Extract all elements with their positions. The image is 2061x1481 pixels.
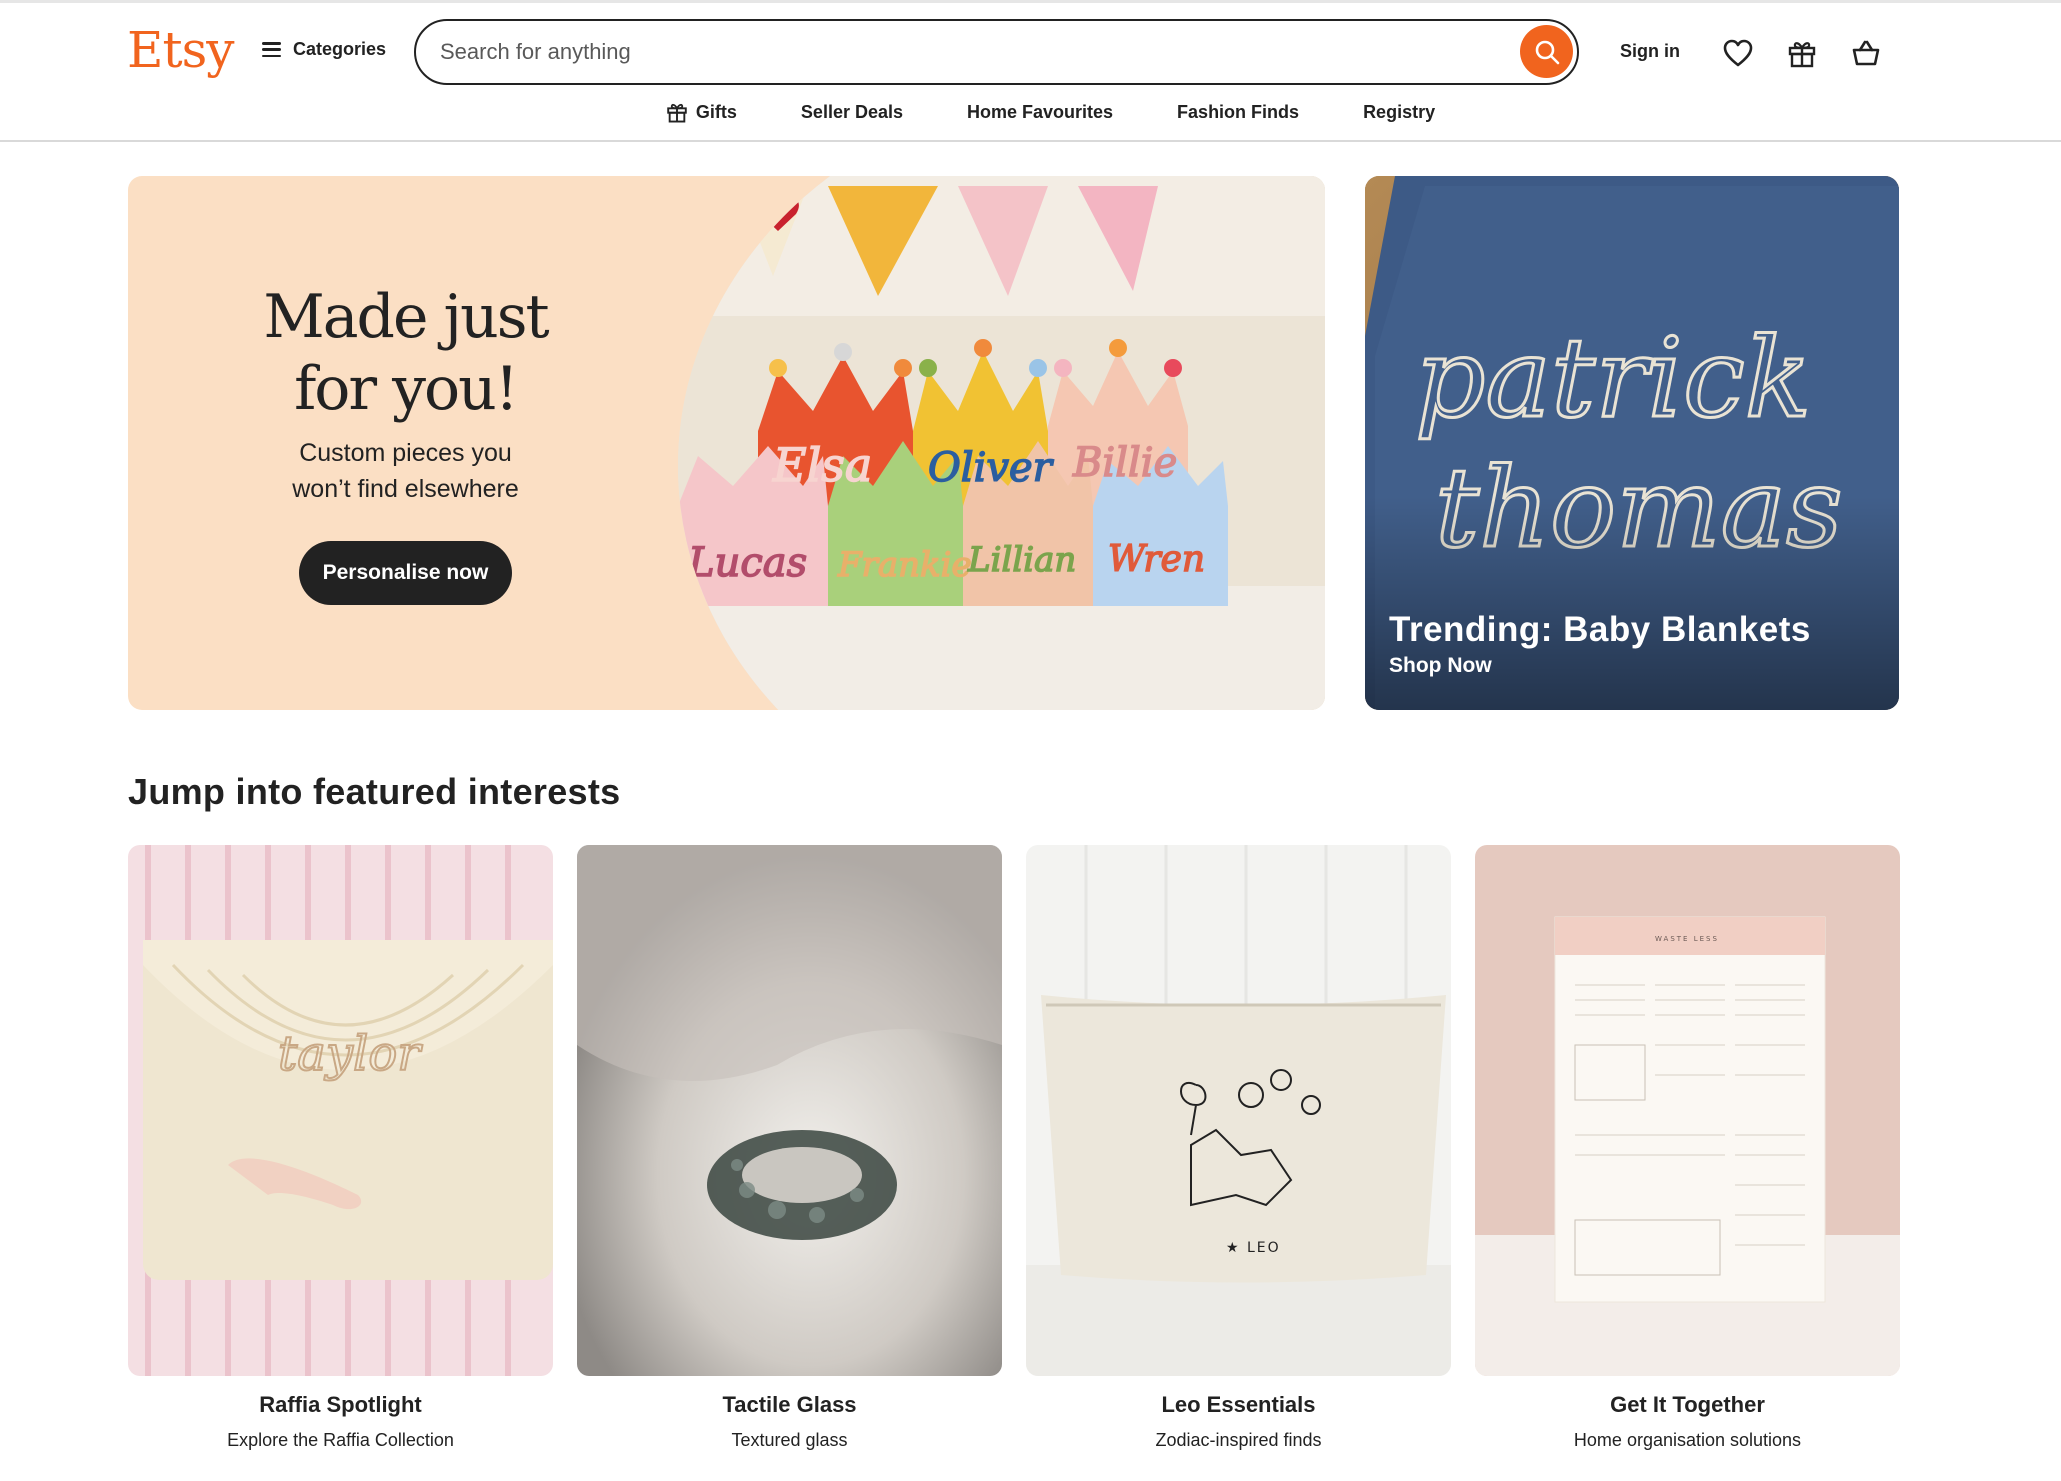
sign-in-link[interactable]: Sign in	[1620, 41, 1680, 62]
svg-text:Elsa: Elsa	[772, 438, 872, 492]
featured-cards: taylor Raffia Spotlight Explore the Raff…	[128, 845, 1900, 1451]
hero-subtitle-line-1: Custom pieces you	[299, 439, 512, 467]
hero-photo: Elsa Oliver Billie Lucas Frankie Lillian…	[678, 176, 1325, 710]
card-tactile-glass[interactable]: Tactile Glass Textured glass	[577, 845, 1002, 1451]
nav-gifts-label: Gifts	[695, 101, 737, 122]
search-icon	[1535, 40, 1559, 64]
heart-icon	[1723, 39, 1753, 67]
glass-ring-image	[577, 845, 1002, 1376]
card-title: Get It Together	[1610, 1392, 1765, 1417]
banner-caption: Trending: Baby Blankets Shop Now	[1389, 610, 1811, 678]
svg-text:Lucas: Lucas	[687, 540, 807, 586]
pouch-text: ★ LEO	[1226, 1240, 1281, 1256]
site-header: Etsy Categories Sign in	[0, 0, 2061, 142]
clutch-text: taylor	[278, 1026, 423, 1082]
planner-text: WASTE LESS	[1655, 935, 1719, 943]
shop-now-link[interactable]: Shop Now	[1389, 654, 1811, 678]
svg-text:Wren: Wren	[1108, 539, 1205, 580]
gift-icon	[667, 103, 687, 123]
raffia-clutch-image: taylor	[128, 845, 553, 1376]
card-subtitle: Home organisation solutions	[1573, 1430, 1802, 1450]
card-subtitle: Textured glass	[731, 1430, 848, 1450]
basket-icon	[1852, 40, 1880, 66]
svg-text:Oliver: Oliver	[928, 445, 1055, 491]
etsy-logo[interactable]: Etsy	[127, 21, 234, 79]
card-image: ★ LEO	[1026, 845, 1451, 1376]
card-subtitle: Zodiac-inspired finds	[1155, 1430, 1322, 1450]
nav-home-favourites[interactable]: Home Favourites	[967, 101, 1113, 123]
card-image: WASTE LESS	[1475, 845, 1900, 1376]
svg-text:Frankie: Frankie	[837, 545, 972, 585]
hero-subtitle: Custom pieces you won’t find elsewhere	[128, 435, 683, 507]
hero-title-line-1: Made just	[263, 282, 549, 352]
nav-seller-deals[interactable]: Seller Deals	[801, 101, 903, 123]
search-button[interactable]	[1520, 25, 1573, 78]
gift-mode-button[interactable]	[1786, 37, 1818, 69]
menu-icon	[262, 42, 281, 57]
card-image: taylor	[128, 845, 553, 1376]
nav-registry[interactable]: Registry	[1363, 101, 1435, 123]
crowns-image: Elsa Oliver Billie Lucas Frankie Lillian…	[678, 176, 1325, 710]
hero-title-line-2: for you!	[294, 354, 519, 424]
hero-title: Made just for you!	[128, 281, 683, 425]
hero-subtitle-line-2: won’t find elsewhere	[292, 475, 519, 503]
svg-text:Lillian: Lillian	[967, 540, 1076, 580]
gift-icon	[1788, 42, 1816, 68]
hero-copy: Made just for you! Custom pieces you won…	[128, 281, 683, 605]
featured-interests-heading: Jump into featured interests	[128, 771, 621, 812]
categories-label: Categories	[293, 39, 387, 59]
search-input[interactable]	[440, 39, 1470, 65]
planner-pad-image: WASTE LESS	[1475, 845, 1900, 1376]
nav-gifts[interactable]: Gifts	[666, 101, 737, 123]
favorites-button[interactable]	[1722, 37, 1754, 69]
card-image	[577, 845, 1002, 1376]
card-title: Leo Essentials	[1161, 1392, 1316, 1417]
search-bar	[414, 19, 1579, 85]
sub-navigation: Gifts Seller Deals Home Favourites Fashi…	[0, 101, 2061, 123]
leo-pouch-image: ★ LEO	[1026, 845, 1451, 1376]
nav-fashion-finds[interactable]: Fashion Finds	[1177, 101, 1299, 123]
hero-banner[interactable]: Elsa Oliver Billie Lucas Frankie Lillian…	[128, 176, 1325, 710]
svg-text:Billie: Billie	[1072, 440, 1177, 486]
card-raffia-spotlight[interactable]: taylor Raffia Spotlight Explore the Raff…	[128, 845, 553, 1451]
personalise-now-button[interactable]: Personalise now	[298, 541, 513, 605]
cart-button[interactable]	[1850, 37, 1882, 69]
card-subtitle: Explore the Raffia Collection	[227, 1430, 454, 1450]
card-leo-essentials[interactable]: ★ LEO Leo Essentials Zodiac-inspired fin…	[1026, 845, 1451, 1451]
card-title: Tactile Glass	[722, 1392, 857, 1417]
card-get-it-together[interactable]: WASTE LESS Get It Together Home organisa…	[1475, 845, 1900, 1451]
banner-title: Trending: Baby Blankets	[1389, 610, 1811, 649]
baby-blankets-banner[interactable]: patrick thomas Trending: Baby Blankets S…	[1365, 176, 1899, 710]
categories-button[interactable]: Categories	[262, 39, 386, 60]
card-title: Raffia Spotlight	[259, 1392, 422, 1417]
